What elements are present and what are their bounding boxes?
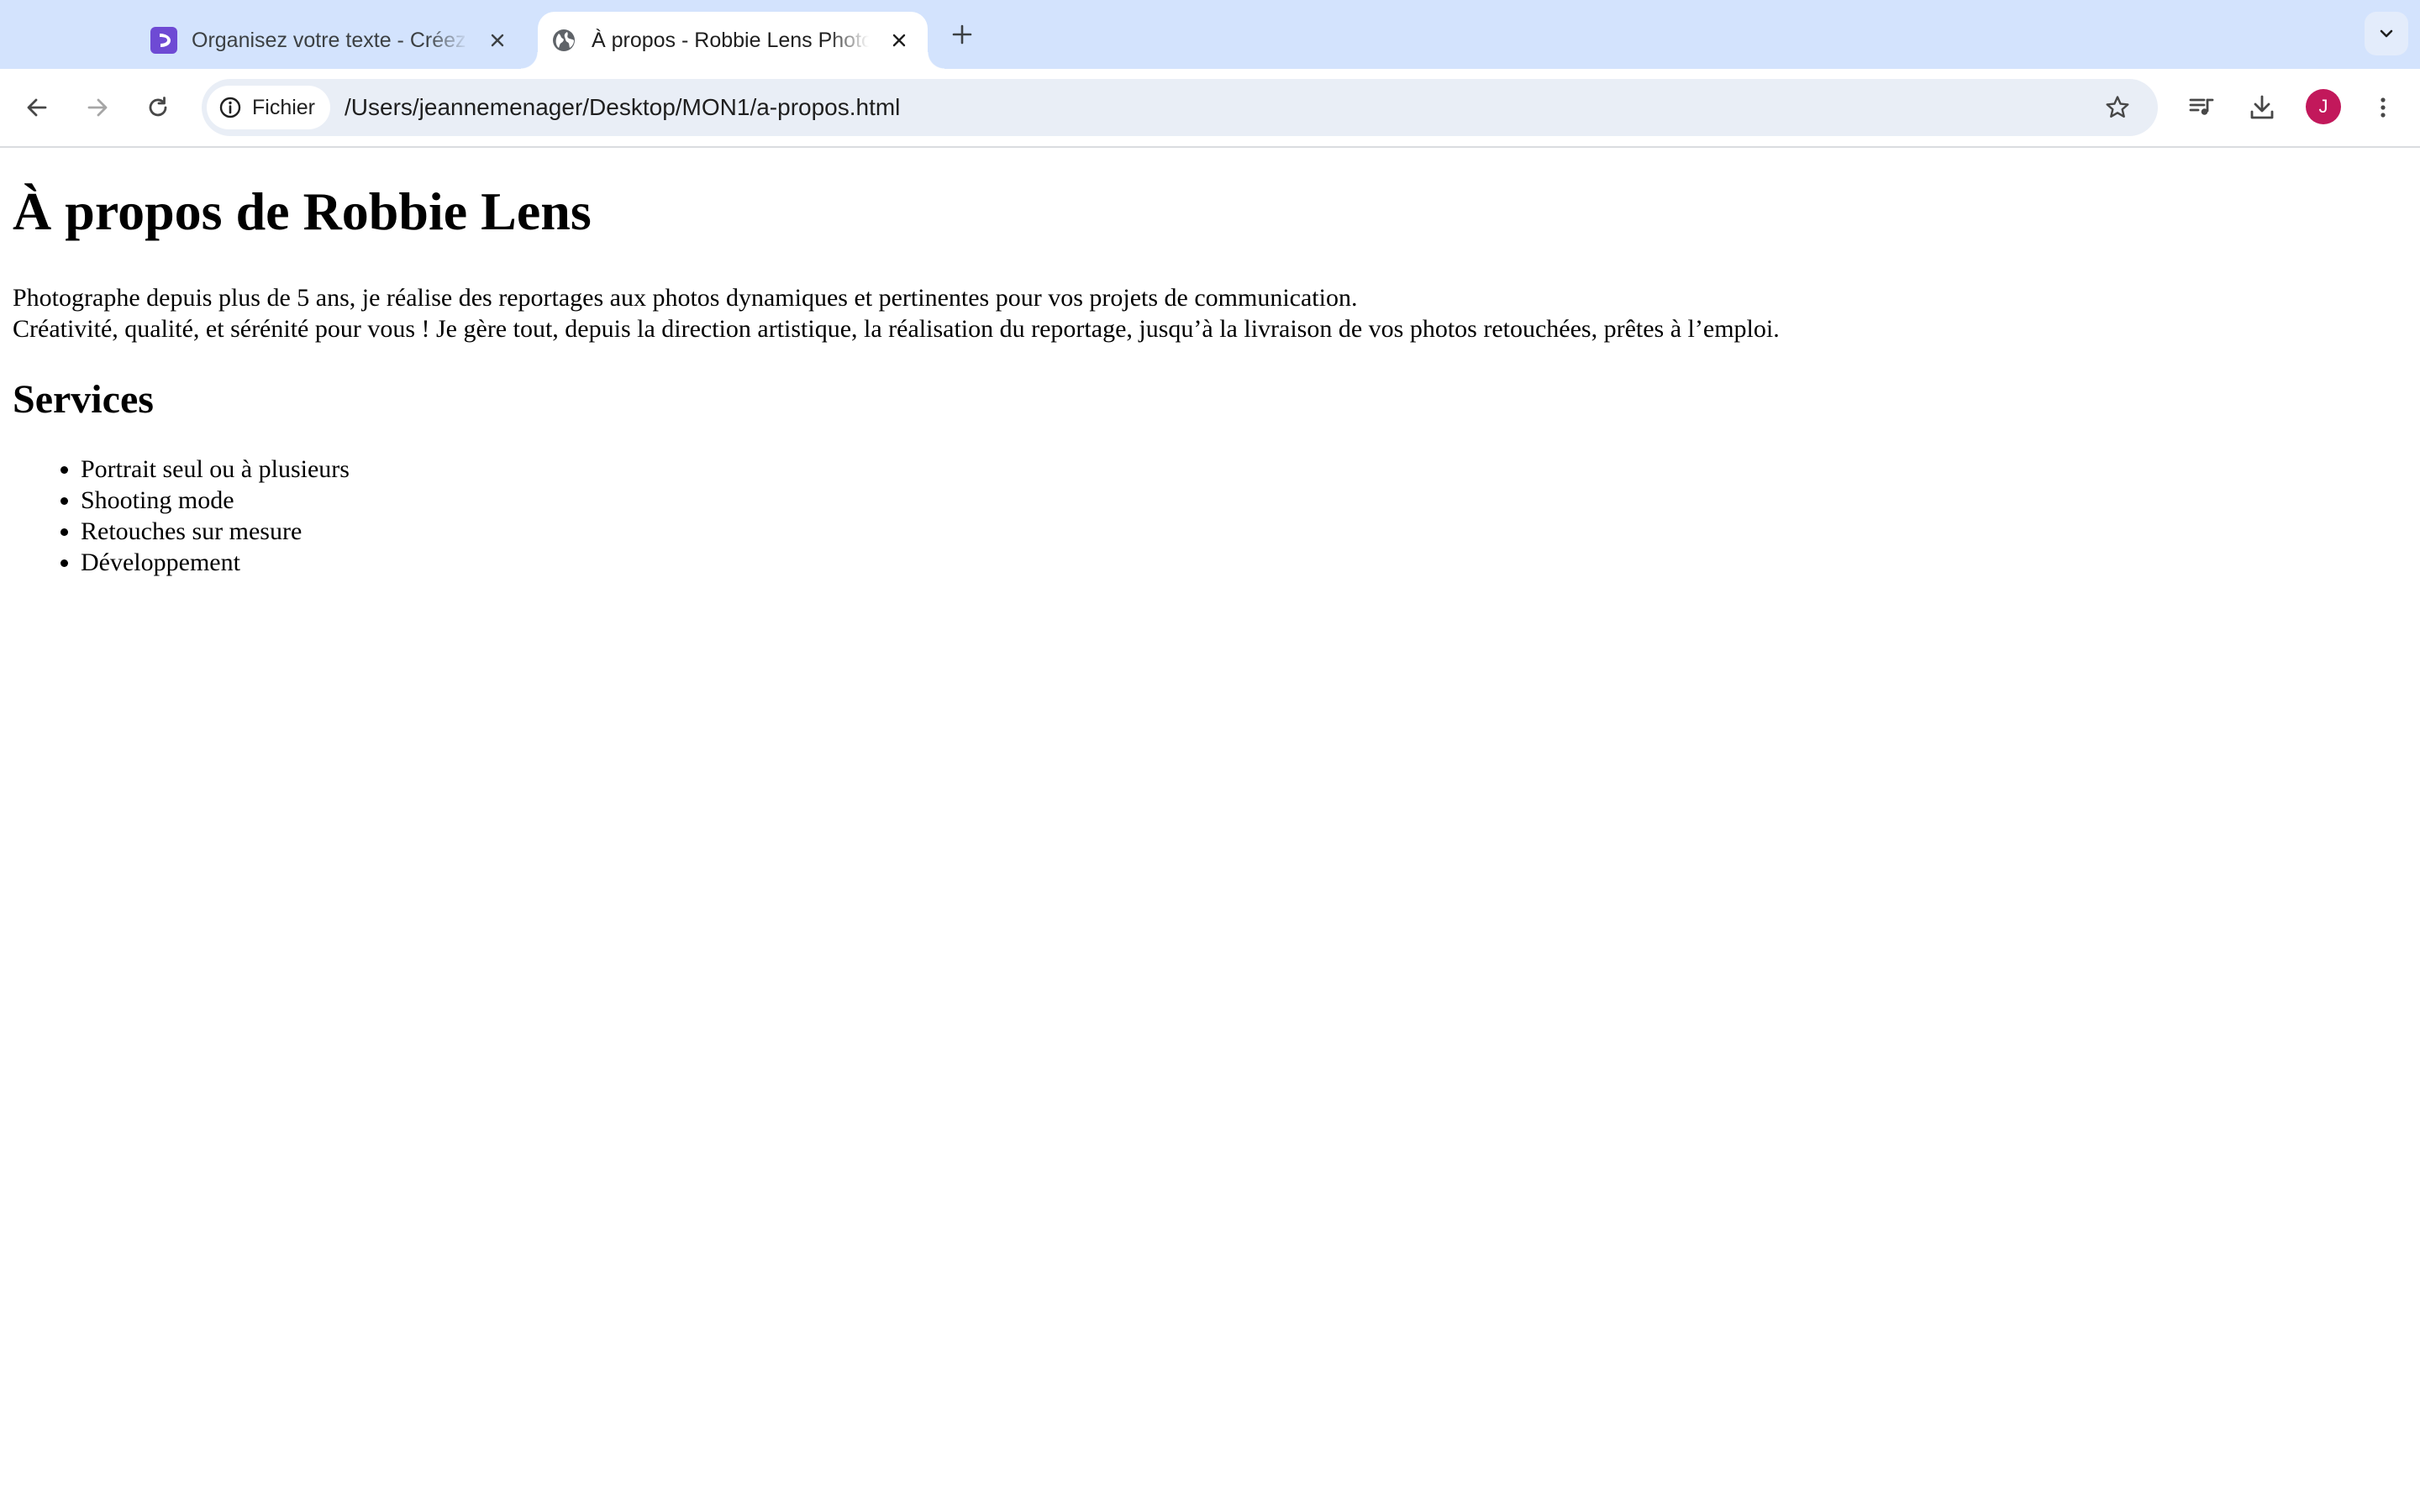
service-item: Portrait seul ou à plusieurs: [81, 454, 350, 485]
page-title: À propos de Robbie Lens: [13, 181, 592, 241]
new-tab-button[interactable]: [944, 17, 980, 52]
queue-music-icon: [2189, 98, 2214, 115]
star-icon: [2106, 96, 2129, 118]
address-bar[interactable]: Fichier /Users/jeannemenager/Desktop/MON…: [202, 79, 2158, 136]
more-vert-icon: [2381, 97, 2386, 118]
tab-title: À propos - Robbie Lens Photographie: [592, 28, 869, 52]
browser-toolbar: Fichier /Users/jeannemenager/Desktop/MON…: [0, 69, 2420, 146]
service-item: Développement: [81, 547, 350, 578]
reload-button[interactable]: [136, 86, 180, 129]
security-chip-label: Fichier: [252, 95, 316, 119]
intro-paragraph: Photographe depuis plus de 5 ans, je réa…: [13, 282, 1780, 344]
page-content: À propos de Robbie Lens Photographe depu…: [0, 148, 2420, 1512]
service-item: Shooting mode: [81, 485, 350, 516]
forward-button[interactable]: [76, 86, 119, 129]
download-icon: [2250, 95, 2274, 119]
services-list: Portrait seul ou à plusieurs Shooting mo…: [13, 454, 350, 578]
reload-icon: [149, 97, 167, 117]
back-button[interactable]: [15, 86, 59, 129]
close-tab-icon[interactable]: [886, 27, 913, 54]
services-heading: Services: [13, 377, 154, 422]
tab-search-button[interactable]: [2365, 12, 2408, 55]
close-tab-icon[interactable]: [484, 27, 511, 54]
downloads-button[interactable]: [2240, 86, 2284, 129]
profile-avatar[interactable]: J: [2306, 89, 2341, 124]
intro-line: Photographe depuis plus de 5 ans, je réa…: [13, 284, 1358, 312]
chevron-down-icon: [2380, 29, 2393, 38]
media-controls-button[interactable]: [2180, 86, 2223, 129]
bookmark-button[interactable]: [2099, 89, 2136, 126]
arrow-right-icon: [87, 98, 108, 117]
tab-a-propos[interactable]: À propos - Robbie Lens Photographie: [521, 12, 944, 69]
arrow-left-icon: [27, 98, 47, 117]
intro-line: Créativité, qualité, et sérénité pour vo…: [13, 315, 1780, 343]
service-item: Retouches sur mesure: [81, 516, 350, 547]
plus-icon: [952, 24, 972, 45]
globe-icon: [550, 26, 578, 55]
browser-menu-button[interactable]: [2361, 86, 2405, 129]
openclassrooms-icon: [150, 26, 178, 55]
tab-title: Organisez votre texte - Créez des titres: [192, 28, 469, 52]
site-info-chip[interactable]: Fichier: [207, 86, 331, 129]
tab-strip: Organisez votre texte - Créez des titres…: [0, 0, 2420, 69]
tab-openclassrooms[interactable]: Organisez votre texte - Créez des titres: [139, 12, 526, 69]
info-icon: [219, 97, 241, 118]
url-text[interactable]: /Users/jeannemenager/Desktop/MON1/a-prop…: [345, 79, 900, 136]
